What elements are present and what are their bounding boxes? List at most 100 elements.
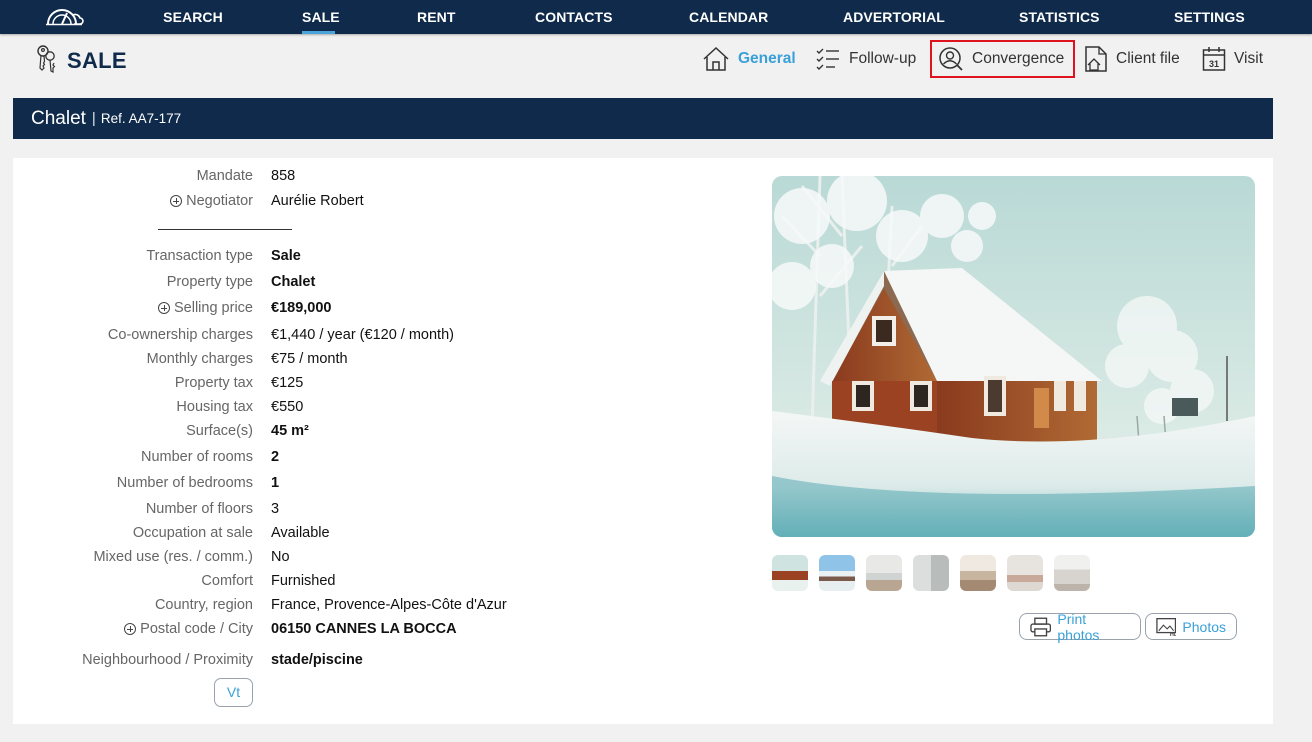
nav-search[interactable]: SEARCH	[163, 0, 223, 34]
field-row: Neighbourhood / Proximity stade/piscine	[13, 652, 773, 674]
field-label-expandable[interactable]: Negotiator	[170, 193, 253, 209]
photos-label: Photos	[1182, 618, 1226, 635]
field-label: Comfort	[201, 573, 253, 589]
user-search-icon	[939, 47, 963, 71]
field-row: Property tax €125	[13, 375, 773, 397]
field-value: France, Provence-Alpes-Côte d'Azur	[271, 597, 507, 613]
expand-plus-icon[interactable]	[158, 302, 170, 314]
field-value: No	[271, 549, 290, 565]
field-value: Aurélie Robert	[271, 193, 364, 209]
field-row: Transaction type Sale	[13, 248, 773, 270]
field-label-text: Negotiator	[186, 193, 253, 209]
field-label-text: Number of floors	[145, 501, 253, 517]
field-row: Mixed use (res. / comm.) No	[13, 549, 773, 571]
section-divider	[158, 229, 292, 230]
photo-thumbnail[interactable]	[1007, 555, 1043, 591]
field-row: Postal code / City 06150 CANNES LA BOCCA	[13, 621, 773, 643]
nav-advertorial[interactable]: ADVERTORIAL	[843, 0, 945, 34]
tab-general[interactable]: General	[702, 40, 796, 78]
vt-button[interactable]: Vt	[214, 678, 253, 707]
home-icon	[703, 46, 729, 71]
photos-button[interactable]: HD Photos	[1145, 613, 1237, 640]
nav-settings[interactable]: SETTINGS	[1174, 0, 1245, 34]
photo-thumbnail[interactable]	[819, 555, 855, 591]
tab-follow-up-label: Follow-up	[849, 50, 917, 67]
main-photo[interactable]	[772, 176, 1255, 537]
field-value: €189,000	[271, 300, 332, 316]
listing-details-card: Mandate 858 Negotiator Aurélie Robert Tr…	[13, 158, 1273, 724]
nav-calendar[interactable]: CALENDAR	[689, 0, 768, 34]
tab-follow-up[interactable]: Follow-up	[815, 40, 916, 78]
nav-sale[interactable]: SALE	[302, 0, 340, 34]
field-value: €550	[271, 399, 304, 415]
listing-reference: Ref. AA7-177	[100, 111, 182, 126]
field-label: Housing tax	[176, 399, 253, 415]
nav-statistics[interactable]: STATISTICS	[1019, 0, 1099, 34]
field-label-text: Co-ownership charges	[107, 327, 253, 343]
chalet-snow-photo	[772, 176, 1255, 537]
field-value: Furnished	[271, 573, 336, 589]
field-row: Number of floors 3	[13, 501, 773, 523]
dashboard-logo-icon[interactable]	[44, 4, 84, 28]
expand-plus-icon[interactable]	[124, 623, 137, 635]
field-value: 2	[271, 449, 280, 465]
field-row: Selling price €189,000	[13, 300, 773, 322]
calendar-day-number: 31	[1209, 59, 1219, 69]
tab-general-label: General	[738, 50, 796, 67]
field-label: Property type	[167, 274, 253, 290]
field-label: Neighbourhood / Proximity	[82, 652, 253, 668]
field-label-text: Selling price	[174, 300, 253, 316]
field-label: Monthly charges	[147, 351, 253, 367]
field-label-text: Mixed use (res. / comm.)	[93, 549, 253, 565]
expand-plus-icon[interactable]	[170, 195, 183, 207]
field-label: Number of rooms	[141, 449, 253, 465]
title-separator: |	[91, 110, 96, 127]
page-header: SALE General Follow-up Convergence Clien…	[0, 34, 1312, 94]
listing-type-title: Chalet	[31, 107, 86, 129]
field-value: 06150 CANNES LA BOCCA	[271, 621, 457, 637]
field-row: Property type Chalet	[13, 274, 773, 296]
field-value: 45 m²	[271, 423, 309, 439]
tab-convergence[interactable]: Convergence	[930, 40, 1075, 78]
field-label[interactable]: Postal code / City	[124, 621, 253, 637]
field-label-text: Property type	[166, 274, 253, 290]
listing-title-bar: Chalet | Ref. AA7-177	[13, 98, 1273, 139]
calendar-icon: 31	[1202, 47, 1226, 71]
tab-visit[interactable]: 31 Visit	[1202, 40, 1263, 78]
field-label-text: Surface(s)	[186, 423, 253, 439]
page-title: SALE	[67, 48, 127, 73]
field-label: Mandate	[196, 168, 253, 184]
field-row: Negotiator Aurélie Robert	[13, 193, 773, 215]
field-value: Available	[271, 525, 330, 541]
field-label-text: Comfort	[201, 573, 253, 589]
nav-contacts[interactable]: CONTACTS	[535, 0, 612, 34]
photo-thumbnail[interactable]	[913, 555, 949, 591]
keys-icon	[37, 45, 56, 73]
field-label: Surface(s)	[186, 423, 253, 439]
field-row: Occupation at sale Available	[13, 525, 773, 547]
photo-thumbnail[interactable]	[960, 555, 996, 591]
nav-rent[interactable]: RENT	[417, 0, 455, 34]
field-label-text: Neighbourhood / Proximity	[82, 652, 253, 668]
tab-visit-label: Visit	[1234, 50, 1264, 67]
field-value: 858	[271, 168, 296, 184]
field-value: stade/piscine	[271, 652, 363, 668]
field-label-text: Occupation at sale	[132, 525, 253, 541]
field-label[interactable]: Selling price	[158, 300, 253, 316]
tab-client-file[interactable]: Client file	[1084, 40, 1180, 78]
hd-image-icon: HD	[1156, 617, 1176, 637]
field-row: Number of bedrooms 1	[13, 475, 773, 497]
field-label-text: Transaction type	[146, 248, 253, 264]
field-value: 1	[271, 475, 280, 491]
field-label: Number of floors	[146, 501, 253, 517]
print-photos-button[interactable]: Print photos	[1019, 611, 1141, 643]
photo-thumbnail[interactable]	[772, 555, 808, 591]
photo-thumbnail[interactable]	[1054, 555, 1090, 591]
top-navbar: SEARCH SALE RENT CONTACTS CALENDAR ADVER…	[0, 0, 1312, 34]
field-row: Country, region France, Provence-Alpes-Cô…	[13, 597, 773, 619]
field-label: Transaction type	[146, 248, 253, 264]
field-row: Mandate 858	[13, 168, 773, 190]
field-value: 3	[271, 501, 280, 517]
field-label-text: Monthly charges	[146, 351, 253, 367]
photo-thumbnail[interactable]	[866, 555, 902, 591]
